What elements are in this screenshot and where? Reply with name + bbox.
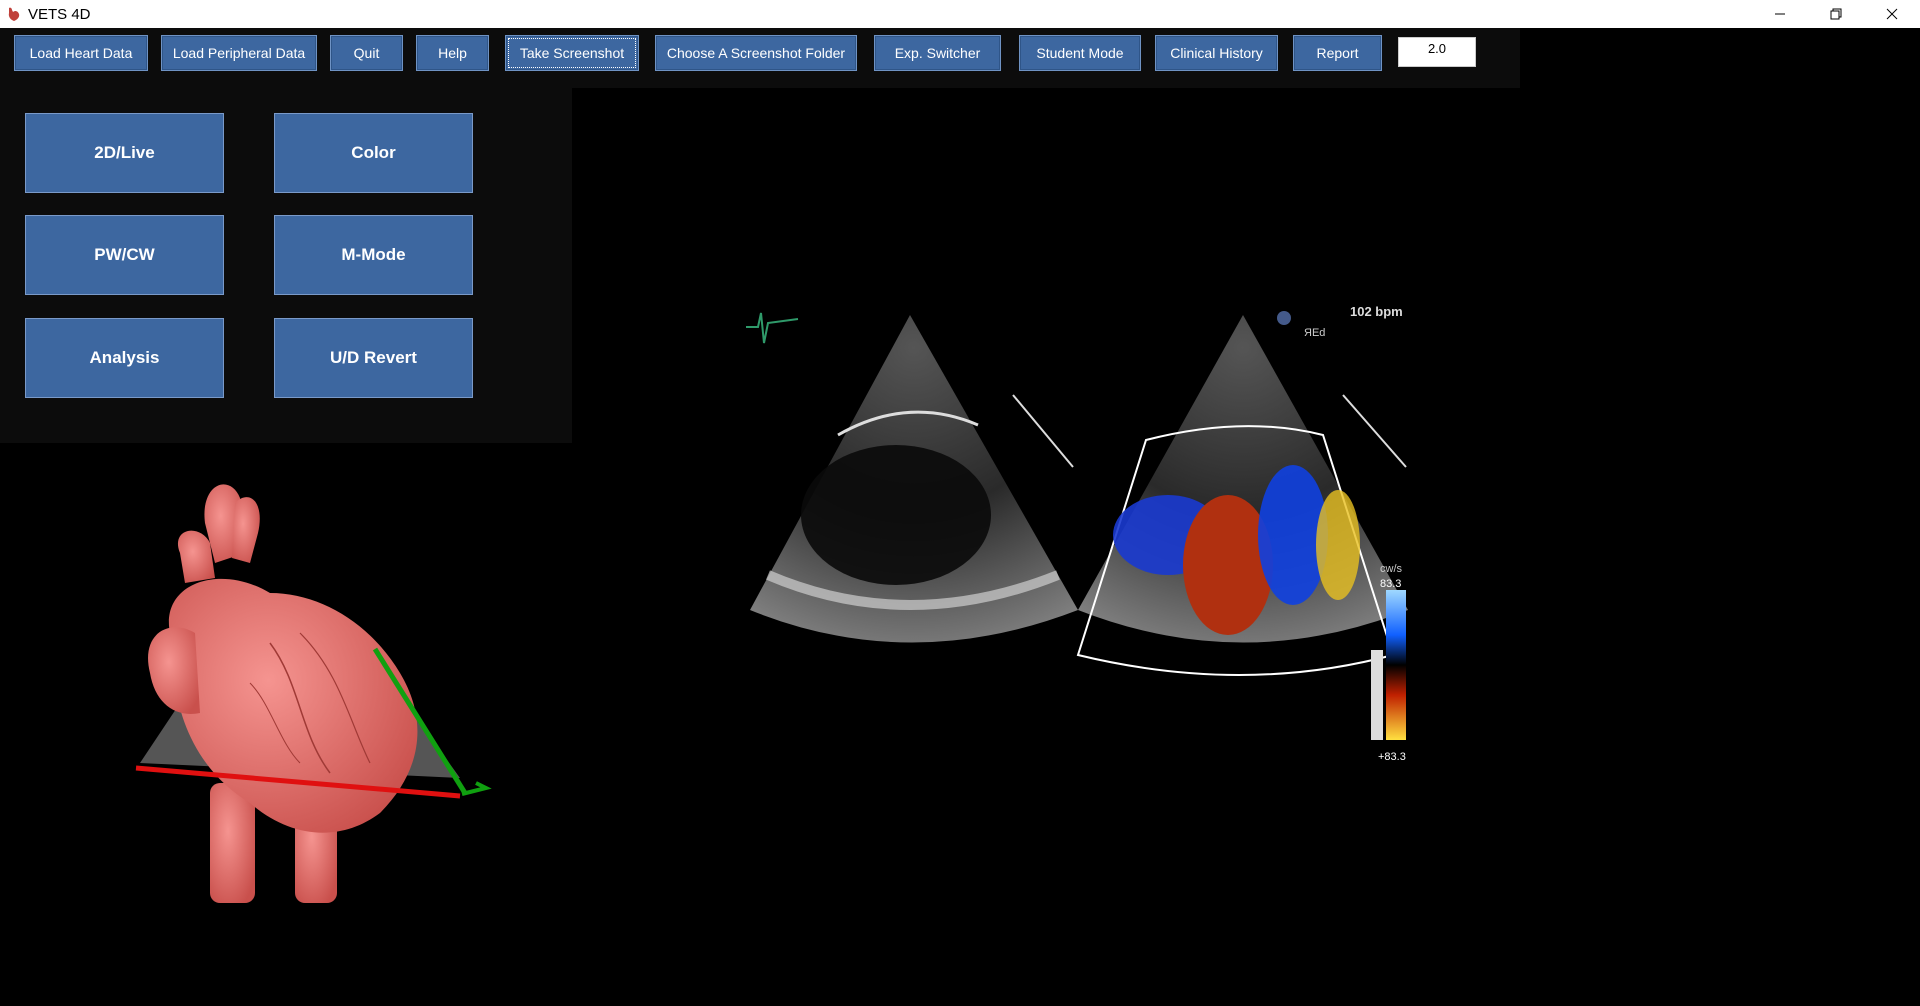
quit-button[interactable]: Quit: [330, 35, 403, 71]
mode-pw-cw-button[interactable]: PW/CW: [25, 215, 224, 295]
load-heart-data-button[interactable]: Load Heart Data: [14, 35, 148, 71]
minimize-icon: [1775, 13, 1785, 15]
probe-orientation-icon: [1277, 311, 1291, 325]
mode-control-panel: 2D/Live Color PW/CW M-Mode Analysis U/D …: [0, 88, 572, 443]
heart-model[interactable]: [0, 443, 572, 1001]
ecg-trace: [746, 312, 799, 344]
scale-bottom-label: +83.3: [1378, 751, 1406, 763]
report-button[interactable]: Report: [1293, 35, 1382, 71]
close-button[interactable]: [1864, 0, 1920, 28]
ultrasound-viewport[interactable]: 102 bpm ЯEd cw/s 83.3 +83.3: [578, 95, 1520, 1001]
close-icon: [1886, 8, 1898, 20]
student-mode-button[interactable]: Student Mode: [1019, 35, 1141, 71]
color-velocity-scale: [1386, 590, 1406, 740]
title-bar: VETS 4D: [0, 0, 1920, 28]
restore-icon: [1830, 8, 1842, 20]
mode-sub-label: ЯEd: [1304, 327, 1325, 339]
choose-screenshot-folder-button[interactable]: Choose A Screenshot Folder: [655, 35, 857, 71]
version-field[interactable]: 2.0: [1398, 37, 1476, 67]
scale-unit-label: cw/s: [1380, 563, 1403, 575]
mode-analysis-button[interactable]: Analysis: [25, 318, 224, 398]
restore-button[interactable]: [1808, 0, 1864, 28]
mode-m-mode-button[interactable]: M-Mode: [274, 215, 473, 295]
mode-color-button[interactable]: Color: [274, 113, 473, 193]
mode-2d-live-button[interactable]: 2D/Live: [25, 113, 224, 193]
main-toolbar: Load Heart Data Load Peripheral Data Qui…: [0, 28, 1520, 88]
exp-switcher-button[interactable]: Exp. Switcher: [874, 35, 1001, 71]
heart-3d-viewport[interactable]: [0, 443, 572, 1001]
bpm-label: 102 bpm: [1350, 304, 1403, 319]
echo-image[interactable]: 102 bpm ЯEd cw/s 83.3 +83.3: [578, 95, 1520, 1001]
help-button[interactable]: Help: [416, 35, 489, 71]
mode-ud-revert-button[interactable]: U/D Revert: [274, 318, 473, 398]
minimize-button[interactable]: [1752, 0, 1808, 28]
app-heart-icon: [8, 7, 20, 22]
clinical-history-button[interactable]: Clinical History: [1155, 35, 1278, 71]
load-peripheral-data-button[interactable]: Load Peripheral Data: [161, 35, 317, 71]
window-title: VETS 4D: [28, 5, 91, 23]
take-screenshot-button[interactable]: Take Screenshot: [505, 35, 639, 71]
scale-top-label: 83.3: [1380, 578, 1401, 590]
heart-body: [168, 578, 418, 833]
